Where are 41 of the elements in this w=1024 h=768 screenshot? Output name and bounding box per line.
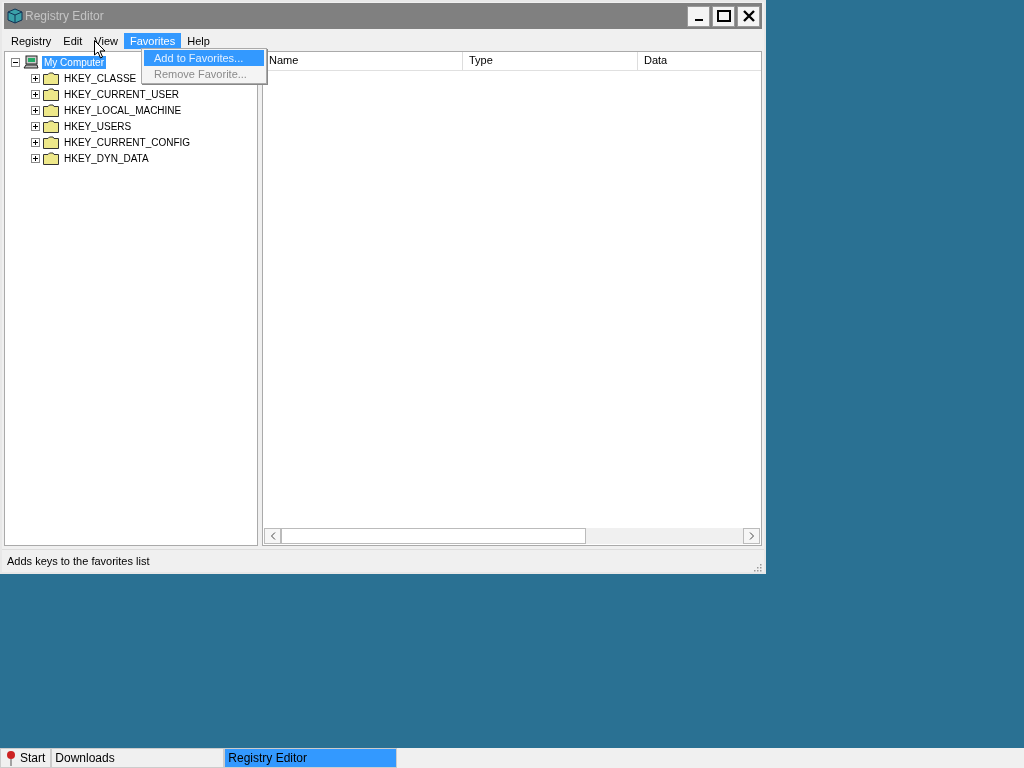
tree-item[interactable]: HKEY_LOCAL_MACHINE bbox=[62, 103, 184, 117]
start-button[interactable]: Start bbox=[0, 748, 52, 768]
tree-item[interactable]: HKEY_DYN_DATA bbox=[62, 151, 151, 165]
maximize-icon bbox=[716, 10, 731, 22]
taskbar-button[interactable]: Downloads bbox=[51, 748, 225, 768]
resize-grip-icon[interactable] bbox=[752, 562, 762, 572]
collapse-icon[interactable] bbox=[11, 57, 20, 67]
expand-icon[interactable] bbox=[31, 89, 40, 99]
tree-item[interactable]: HKEY_USERS bbox=[62, 119, 134, 133]
menu-item[interactable]: Edit bbox=[57, 33, 89, 49]
minimize-button[interactable] bbox=[687, 5, 710, 27]
computer-icon bbox=[23, 55, 39, 69]
folder-icon bbox=[43, 71, 59, 85]
close-button[interactable] bbox=[737, 5, 760, 27]
pin-icon bbox=[6, 750, 16, 766]
expand-icon[interactable] bbox=[31, 137, 40, 147]
expand-icon[interactable] bbox=[31, 105, 40, 115]
expand-icon[interactable] bbox=[31, 121, 40, 131]
tree-item[interactable]: HKEY_CURRENT_CONFIG bbox=[62, 135, 193, 149]
column-header[interactable]: Type bbox=[463, 52, 638, 70]
folder-icon bbox=[43, 119, 59, 133]
tree-item[interactable]: HKEY_CLASSE bbox=[62, 71, 139, 85]
menu-item[interactable]: Help bbox=[181, 33, 216, 49]
maximize-button[interactable] bbox=[712, 5, 735, 27]
taskbar-button[interactable]: Registry Editor bbox=[224, 748, 398, 768]
expand-icon[interactable] bbox=[31, 153, 40, 163]
folder-icon bbox=[43, 135, 59, 149]
cube-icon bbox=[7, 8, 23, 24]
folder-icon bbox=[43, 87, 59, 101]
expand-icon[interactable] bbox=[31, 73, 40, 83]
folder-icon bbox=[43, 103, 59, 117]
horizontal-scrollbar[interactable] bbox=[264, 528, 760, 544]
minimize-icon bbox=[694, 19, 703, 21]
close-icon bbox=[741, 9, 756, 23]
folder-icon bbox=[43, 151, 59, 165]
menu-item[interactable]: Registry bbox=[5, 33, 58, 49]
window-title: Registry Editor bbox=[25, 9, 104, 23]
scrollbar-thumb[interactable] bbox=[281, 528, 586, 544]
tree-item[interactable]: HKEY_CURRENT_USER bbox=[62, 87, 182, 101]
column-header[interactable]: Data bbox=[638, 52, 761, 70]
status-text: Adds keys to the favorites list bbox=[7, 555, 150, 567]
